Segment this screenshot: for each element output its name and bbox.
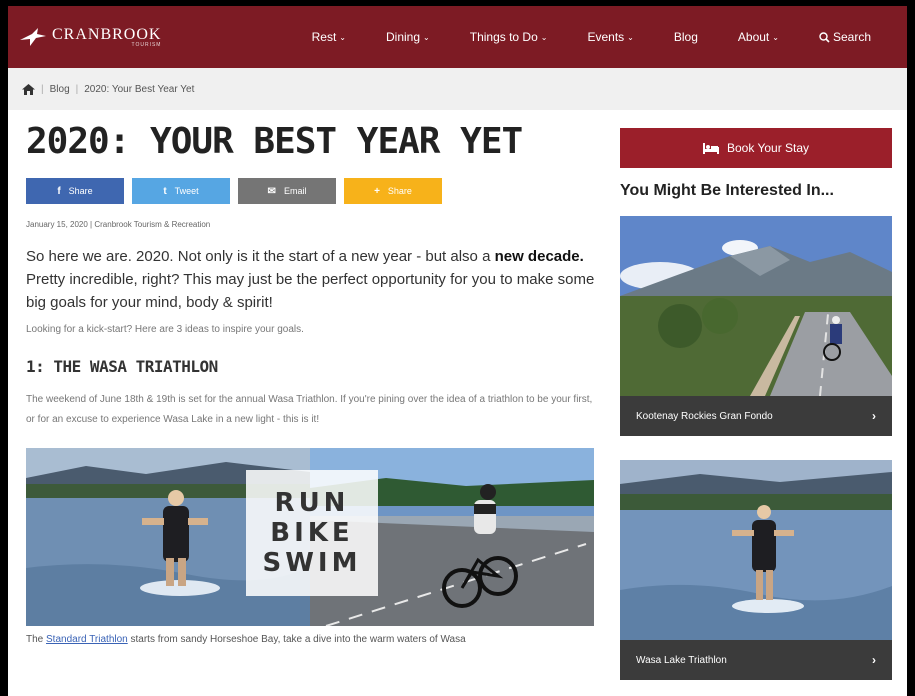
body-paragraph: The weekend of June 18th & 19th is set f… [26, 394, 593, 425]
share-label: Tweet [174, 186, 199, 196]
body-text: starts from sandy Horseshoe Bay, take a … [127, 634, 466, 645]
facebook-icon: f [57, 185, 61, 197]
book-label: Book Your Stay [726, 141, 810, 155]
chevron-down-icon: ⌄ [627, 32, 634, 42]
nav-rest[interactable]: Rest ⌄ [292, 30, 366, 44]
run-bike-swim-overlay: RUN BIKE SWIM [246, 470, 378, 596]
article: 2020: YOUR BEST YEAR YET f Share t Tweet ✉… [26, 120, 596, 645]
wasa-triathlon-photo [620, 460, 892, 640]
breadcrumb-blog[interactable]: Blog [50, 84, 70, 95]
breadcrumb-separator: | [75, 83, 79, 95]
sidebar: Book Your Stay You Might Be Interested I… [620, 128, 892, 680]
overlay-word: SWIM [262, 548, 362, 578]
twitter-share-button[interactable]: t Tweet [132, 178, 230, 204]
post-meta: January 15, 2020 | Cranbrook Tourism & R… [26, 220, 211, 229]
card-title: Kootenay Rockies Gran Fondo [636, 410, 773, 422]
book-your-stay-button[interactable]: Book Your Stay [620, 128, 892, 168]
gran-fondo-photo [620, 216, 892, 396]
page: CRANBROOK TOURISM Rest ⌄ Dining ⌄ Things t… [8, 6, 907, 696]
related-card-wasa-triathlon[interactable]: Wasa Lake Triathlon › [620, 460, 892, 680]
email-share-button[interactable]: ✉ Email [238, 178, 336, 204]
nav-about[interactable]: About ⌄ [718, 30, 799, 44]
nav-things-to-do[interactable]: Things to Do ⌄ [450, 30, 568, 44]
hero-image: RUN BIKE SWIM [26, 448, 594, 626]
plus-icon: + [374, 185, 380, 197]
nav-label: Rest [311, 30, 337, 44]
main-nav: Rest ⌄ Dining ⌄ Things to Do ⌄ Events ⌄ Blog… [292, 30, 891, 44]
nav-label: Blog [673, 30, 698, 44]
generic-share-button[interactable]: + Share [344, 178, 442, 204]
chevron-down-icon: ⌄ [772, 32, 779, 42]
nav-search[interactable]: Search [799, 30, 891, 44]
section-heading: 1: THE WASA TRIATHLON [26, 357, 218, 376]
nav-label: Events [587, 30, 625, 44]
logo-name: CRANBROOK [52, 25, 162, 43]
share-bar: f Share t Tweet ✉ Email + Share [26, 178, 596, 204]
logo-tagline: TOURISM [131, 41, 162, 48]
page-title: 2020: YOUR BEST YEAR YET [26, 121, 523, 162]
related-heading: You Might Be Interested In... [620, 182, 834, 199]
nav-label: Dining [386, 30, 421, 44]
body-text: The [26, 634, 47, 645]
chevron-right-icon: › [872, 653, 876, 667]
card-title: Wasa Lake Triathlon [636, 654, 727, 666]
twitter-icon: t [163, 185, 167, 197]
chevron-down-icon: ⌄ [423, 32, 430, 42]
lead-emphasis: new decade. [494, 248, 584, 265]
nav-events[interactable]: Events ⌄ [567, 30, 653, 44]
site-header: CRANBROOK TOURISM Rest ⌄ Dining ⌄ Things t… [8, 6, 907, 68]
nav-blog[interactable]: Blog [654, 30, 718, 44]
chevron-down-icon: ⌄ [339, 32, 346, 42]
chevron-down-icon: ⌄ [540, 32, 548, 42]
related-card-gran-fondo[interactable]: Kootenay Rockies Gran Fondo › [620, 216, 892, 436]
nav-label: Things to Do [469, 30, 538, 44]
breadcrumb-current: 2020: Your Best Year Yet [84, 83, 195, 95]
logo[interactable]: CRANBROOK TOURISM [18, 26, 161, 48]
intro-line: Looking for a kick-start? Here are 3 ide… [26, 324, 304, 335]
share-label: Share [387, 186, 412, 196]
card-caption: Wasa Lake Triathlon › [620, 640, 892, 680]
chevron-right-icon: › [872, 409, 876, 423]
standard-triathlon-link[interactable]: Standard Triathlon [46, 634, 128, 645]
nav-label: About [737, 30, 770, 44]
nav-dining[interactable]: Dining ⌄ [366, 30, 450, 44]
lead-text: Pretty incredible, right? This may just … [26, 271, 595, 311]
body-paragraph-continued: The Standard Triathlon starts from sandy… [26, 634, 596, 645]
overlay-word: RUN [274, 488, 350, 518]
breadcrumb-separator: | [41, 83, 44, 95]
share-label: Email [283, 186, 307, 196]
lead-text: So here we are. 2020. Not only is it the… [26, 248, 491, 265]
nav-label: Search [832, 30, 871, 44]
card-caption: Kootenay Rockies Gran Fondo › [620, 396, 892, 436]
share-label: Share [68, 186, 93, 196]
email-icon: ✉ [267, 185, 276, 197]
bed-icon [702, 142, 719, 154]
crane-bird-icon [20, 28, 46, 46]
search-icon [819, 31, 830, 43]
home-icon[interactable] [22, 83, 35, 95]
overlay-word: BIKE [270, 518, 354, 548]
lead-paragraph: So here we are. 2020. Not only is it the… [26, 245, 596, 314]
facebook-share-button[interactable]: f Share [26, 178, 124, 204]
breadcrumb: | Blog | 2020: Your Best Year Yet [8, 68, 907, 110]
